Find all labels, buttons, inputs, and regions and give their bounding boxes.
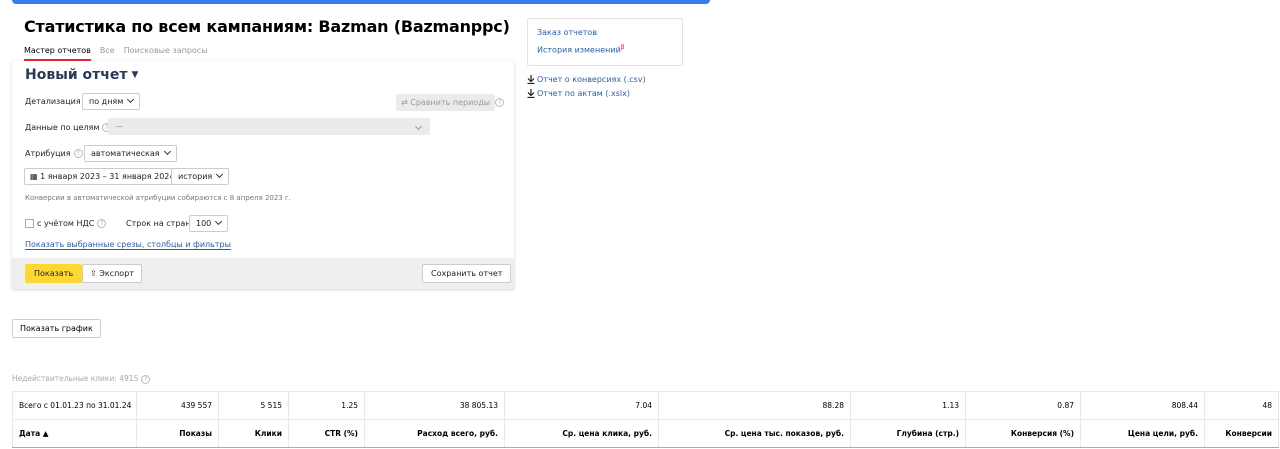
attribution-select-value: автоматическая	[91, 149, 160, 158]
column-header[interactable]: Ср. цена тыс. показов, руб.	[658, 419, 851, 448]
export-button[interactable]: ⇪ Экспорт	[82, 264, 142, 283]
page-title: Статистика по всем кампаниям: Bazman (Ba…	[24, 17, 510, 36]
tab-report-master[interactable]: Мастер отчетов	[24, 46, 91, 61]
upload-icon: ⇪	[90, 269, 97, 278]
date-range-picker[interactable]: ▦ 1 января 2023 – 31 января 2024	[24, 168, 181, 185]
goals-select-value: —	[115, 122, 123, 131]
chevron-down-icon	[163, 147, 171, 156]
change-history-link[interactable]: История измененийβ	[537, 44, 625, 55]
download-acts-label: Отчет по актам (.xslx)	[537, 89, 630, 98]
calendar-icon: ▦	[30, 172, 38, 181]
vat-label: с учётом НДС	[37, 219, 95, 228]
attribution-select[interactable]: автоматическая	[84, 145, 177, 162]
report-tabs: Мастер отчетов Все Поисковые запросы	[24, 46, 208, 61]
invalid-clicks-text: Недействительные клики: 4915	[12, 374, 139, 383]
download-icon	[527, 75, 535, 85]
column-header[interactable]: Расход всего, руб.	[364, 419, 505, 448]
column-header[interactable]: Конверсия (%)	[965, 419, 1081, 448]
column-header[interactable]: Показы	[136, 419, 219, 448]
show-chart-button[interactable]: Показать график	[12, 319, 101, 338]
help-icon[interactable]: ?	[141, 374, 151, 384]
detail-select[interactable]: по дням	[82, 93, 141, 110]
compare-icon: ⇄	[401, 98, 408, 107]
download-icon	[527, 89, 535, 99]
beta-badge: β	[620, 44, 625, 51]
top-progress-bar	[12, 0, 710, 4]
attribution-label-text: Атрибуция	[25, 149, 71, 158]
show-filters-link[interactable]: Показать выбранные срезы, столбцы и филь…	[25, 240, 231, 250]
goals-select[interactable]: —	[108, 118, 430, 135]
column-header[interactable]: Конверсии	[1204, 419, 1279, 448]
chevron-down-icon	[216, 170, 224, 179]
attribution-label: Атрибуция?	[25, 149, 83, 158]
table-cell: 38 805.13	[364, 391, 505, 420]
column-header[interactable]: Ср. цена клика, руб.	[504, 419, 659, 448]
report-builder-panel: Новый отчет ▼ Детализация по дням ⇄ Сравн…	[12, 61, 514, 289]
download-acts-link[interactable]: Отчет по актам (.xslx)	[527, 89, 630, 99]
goals-label-text: Данные по целям	[25, 123, 100, 132]
column-header[interactable]: Клики	[218, 419, 289, 448]
download-conversions-label: Отчет о конверсиях (.csv)	[537, 75, 646, 84]
caret-down-icon: ▼	[131, 70, 139, 80]
report-title-text: Новый отчет	[25, 67, 128, 83]
chevron-down-icon	[215, 217, 223, 226]
chevron-down-icon	[414, 122, 423, 131]
date-range-value: 1 января 2023 – 31 января 2024	[40, 172, 175, 181]
column-header[interactable]: Цена цели, руб.	[1080, 419, 1205, 448]
table-cell: 48	[1204, 391, 1279, 420]
tab-all[interactable]: Все	[100, 46, 115, 61]
help-icon[interactable]: ?	[73, 149, 83, 158]
show-button[interactable]: Показать	[25, 264, 83, 283]
change-history-label: История изменений	[537, 45, 621, 55]
column-header[interactable]: CTR (%)	[288, 419, 365, 448]
statistics-table: Всего с 01.01.23 по 31.01.24 439 557 5 5…	[12, 391, 1279, 448]
history-select[interactable]: история	[171, 168, 230, 185]
history-select-value: история	[178, 172, 213, 181]
vat-checkbox[interactable]	[25, 219, 34, 228]
panel-footer: Показать ⇪ Экспорт Сохранить отчет	[12, 258, 514, 289]
compare-periods-button[interactable]: ⇄ Сравнить периоды	[396, 94, 496, 111]
vat-checkbox-row: с учётом НДС?	[25, 219, 107, 228]
report-title-dropdown[interactable]: Новый отчет ▼	[25, 67, 138, 83]
tab-search-queries[interactable]: Поисковые запросы	[124, 46, 208, 61]
table-cell: 1.25	[288, 391, 365, 420]
help-icon[interactable]: ?	[495, 98, 504, 107]
table-cell: 7.04	[504, 391, 659, 420]
chevron-down-icon	[127, 95, 135, 104]
order-reports-link[interactable]: Заказ отчетов	[537, 28, 597, 37]
help-icon[interactable]: ?	[97, 219, 107, 228]
attribution-note: Конверсии в автоматической атрибуции соб…	[25, 194, 291, 202]
table-cell: Всего с 01.01.23 по 31.01.24	[12, 391, 137, 420]
table-cell: 88.28	[658, 391, 851, 420]
export-label: Экспорт	[99, 269, 134, 278]
table-cell: 439 557	[136, 391, 219, 420]
download-conversions-link[interactable]: Отчет о конверсиях (.csv)	[527, 75, 646, 85]
save-report-button[interactable]: Сохранить отчет	[422, 264, 512, 283]
invalid-clicks-info: Недействительные клики: 4915?	[12, 374, 151, 384]
sidebar-links-box: Заказ отчетов История измененийβ	[527, 18, 683, 66]
goals-label: Данные по целям?	[25, 123, 112, 132]
table-cell: 1.13	[850, 391, 966, 420]
column-header-date[interactable]: Дата ▲	[12, 419, 137, 448]
table-cell: 0.87	[965, 391, 1081, 420]
table-total-row: Всего с 01.01.23 по 31.01.24 439 557 5 5…	[12, 391, 1279, 420]
table-header-row: Дата ▲ Показы Клики CTR (%) Расход всего…	[12, 419, 1279, 448]
column-header[interactable]: Глубина (стр.)	[850, 419, 966, 448]
rows-per-page-select[interactable]: 100	[189, 215, 229, 232]
compare-periods-label: Сравнить периоды	[410, 98, 491, 107]
detail-label: Детализация	[25, 97, 81, 106]
table-cell: 808.44	[1080, 391, 1205, 420]
rows-per-page-value: 100	[196, 219, 212, 228]
table-cell: 5 515	[218, 391, 289, 420]
detail-select-value: по дням	[89, 97, 124, 106]
